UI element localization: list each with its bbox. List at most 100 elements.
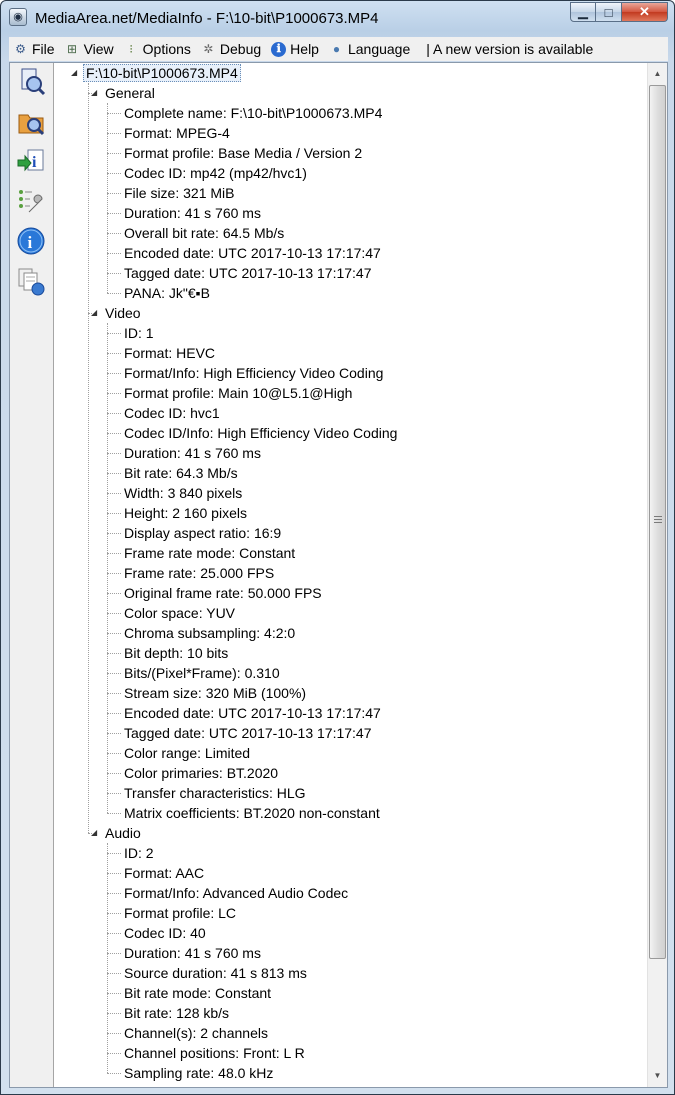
info-field: Format profile: LC xyxy=(124,905,237,921)
tree-connector xyxy=(107,843,108,1073)
info-field: Color range: Limited xyxy=(124,745,251,761)
info-field: Original frame rate: 50.000 FPS xyxy=(124,585,322,601)
info-field: Duration: 41 s 760 ms xyxy=(124,445,261,461)
tree-connector xyxy=(107,653,121,654)
info-field: ID: 1 xyxy=(124,325,154,341)
menu-view[interactable]: ⊞ View xyxy=(61,38,120,60)
window-title: MediaArea.net/MediaInfo - F:\10-bit\P100… xyxy=(35,10,379,27)
mediainfo-app-icon[interactable]: ◉ xyxy=(9,8,27,26)
menu-help[interactable]: ℹ Help xyxy=(267,38,325,60)
menu-label: View xyxy=(83,41,114,57)
info-field: PANA: Jk"€▪B xyxy=(124,285,210,301)
about-icon: i xyxy=(16,226,46,259)
root-file-node[interactable]: F:\10-bit\P1000673.MP4 xyxy=(83,64,241,82)
menu-language[interactable]: ● Language xyxy=(325,38,416,60)
svg-text:i: i xyxy=(28,233,33,252)
info-field: Codec ID: hvc1 xyxy=(124,405,220,421)
scroll-up-arrow[interactable]: ▲ xyxy=(648,65,667,83)
collapse-arrow-icon[interactable]: ◢ xyxy=(91,83,101,103)
about-button[interactable]: i xyxy=(14,225,48,259)
info-field: Codec ID: mp42 (mp42/hvc1) xyxy=(124,165,307,181)
maximize-button[interactable]: □ xyxy=(596,2,622,22)
collapse-arrow-icon[interactable]: ◢ xyxy=(91,823,101,843)
info-field: Format profile: Base Media / Version 2 xyxy=(124,145,363,161)
collapse-arrow-icon[interactable]: ◢ xyxy=(91,303,101,323)
maximize-icon: □ xyxy=(604,4,613,20)
open-file-icon xyxy=(16,66,46,99)
info-field: Color space: YUV xyxy=(124,605,236,621)
debug-icon: ✲ xyxy=(203,41,214,56)
minimize-button[interactable]: ▁ xyxy=(570,2,596,22)
menu-label: File xyxy=(32,41,55,57)
tree-connector xyxy=(107,253,121,254)
scroll-down-arrow[interactable]: ▼ xyxy=(648,1067,667,1085)
new-version-notice[interactable]: | A new version is available xyxy=(426,41,593,57)
minimize-icon: ▁ xyxy=(578,4,588,19)
tree-connector xyxy=(107,973,121,974)
tree-connector xyxy=(107,113,121,114)
menu-label: Debug xyxy=(219,41,262,57)
menu-file[interactable]: ⚙ File xyxy=(9,38,61,60)
info-field: Bit rate: 128 kb/s xyxy=(124,1005,230,1021)
main-client-area: ii ◢ F:\10-bit\P1000673.MP4 ◢ General Comple… xyxy=(9,62,668,1088)
tree-connector xyxy=(107,373,121,374)
open-file-button[interactable] xyxy=(14,65,48,99)
tree-connector xyxy=(88,313,92,314)
left-toolbar: ii xyxy=(10,63,54,1087)
info-field: Stream size: 320 MiB (100%) xyxy=(124,685,307,701)
info-field: Codec ID/Info: High Efficiency Video Cod… xyxy=(124,425,398,441)
vertical-scrollbar[interactable]: ▲ ▼ xyxy=(647,63,667,1087)
tree-connector xyxy=(107,323,108,813)
menu-bar: ⚙ File ⊞ View ⁝ Options ✲ Debug ℹ Help ● Language | … xyxy=(9,37,668,61)
settings-button[interactable] xyxy=(14,185,48,219)
section-general[interactable]: General xyxy=(105,83,155,103)
tree-connector xyxy=(107,103,108,293)
section-audio[interactable]: Audio xyxy=(105,823,141,843)
close-button[interactable]: ✕ xyxy=(622,2,668,22)
menu-label: Help xyxy=(290,41,319,57)
tree-connector xyxy=(107,453,121,454)
file-icon: ⚙ xyxy=(15,41,26,56)
menu-options[interactable]: ⁝ Options xyxy=(120,38,197,60)
tree-connector xyxy=(107,553,121,554)
collapse-arrow-icon[interactable]: ◢ xyxy=(71,63,81,83)
tree-connector xyxy=(107,173,121,174)
info-field: Frame rate mode: Constant xyxy=(124,545,296,561)
tree-connector xyxy=(107,1053,121,1054)
scroll-thumb[interactable] xyxy=(649,85,666,959)
menu-debug[interactable]: ✲ Debug xyxy=(197,38,267,60)
info-field: Tagged date: UTC 2017-10-13 17:17:47 xyxy=(124,265,372,281)
tree-connector xyxy=(107,133,121,134)
tree-connector xyxy=(107,213,121,214)
tree-connector xyxy=(107,1013,121,1014)
tree-connector xyxy=(107,1033,121,1034)
info-field: Bit rate: 64.3 Mb/s xyxy=(124,465,238,481)
open-folder-button[interactable] xyxy=(14,105,48,139)
tree-connector xyxy=(107,733,121,734)
export-info-button[interactable]: i xyxy=(14,145,48,179)
tree-connector xyxy=(107,873,121,874)
tree-connector xyxy=(88,83,89,833)
tree-connector xyxy=(107,533,121,534)
title-bar[interactable]: ◉ MediaArea.net/MediaInfo - F:\10-bit\P1… xyxy=(1,1,674,35)
info-field: Bit rate mode: Constant xyxy=(124,985,272,1001)
sheet-view-button[interactable] xyxy=(14,265,48,299)
info-field: Bits/(Pixel*Frame): 0.310 xyxy=(124,665,280,681)
info-field: ID: 2 xyxy=(124,845,154,861)
svg-text:i: i xyxy=(32,154,37,171)
info-field: Encoded date: UTC 2017-10-13 17:17:47 xyxy=(124,705,381,721)
tree-connector xyxy=(107,693,121,694)
tree-connector xyxy=(107,893,121,894)
options-icon: ⁝ xyxy=(129,41,134,56)
section-video[interactable]: Video xyxy=(105,303,141,323)
info-field: Sampling rate: 48.0 kHz xyxy=(124,1065,274,1081)
menu-label: Options xyxy=(142,41,191,57)
tree-connector xyxy=(107,753,121,754)
tree-connector xyxy=(88,833,92,834)
info-tree-view[interactable]: ◢ F:\10-bit\P1000673.MP4 ◢ General Complete … xyxy=(54,63,647,1087)
info-field: Width: 3 840 pixels xyxy=(124,485,243,501)
tree-connector xyxy=(107,613,121,614)
info-field: Complete name: F:\10-bit\P1000673.MP4 xyxy=(124,105,383,121)
info-field: Format: HEVC xyxy=(124,345,216,361)
tree-connector xyxy=(107,353,121,354)
